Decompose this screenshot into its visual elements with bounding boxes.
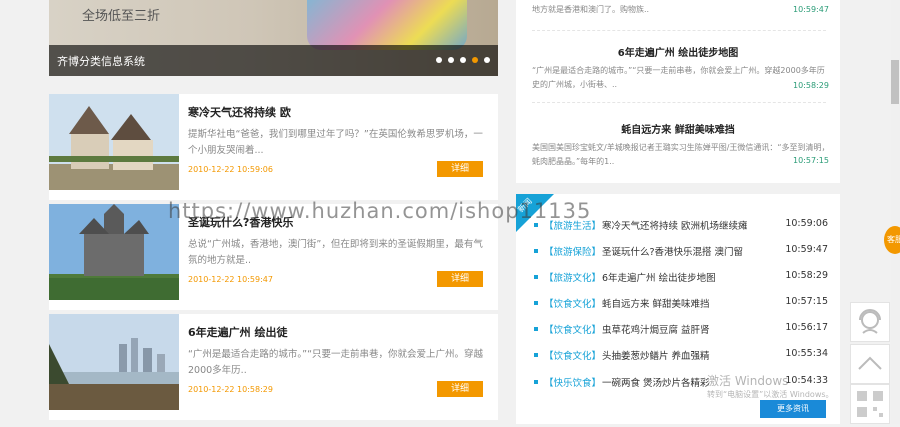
article-thumbnail[interactable] <box>49 94 179 190</box>
service-avatar-button[interactable] <box>850 302 890 342</box>
news-category[interactable]: 【饮食文化】 <box>544 348 601 362</box>
article-title[interactable]: 寒冷天气还将持续 欧 <box>188 104 291 120</box>
banner-dots <box>436 57 490 63</box>
headset-icon <box>859 309 881 334</box>
bullet-icon <box>534 327 538 331</box>
news-time: 10:57:15 <box>785 296 828 307</box>
article-summary: “广州是最适合走路的城市。”“只要一走前串巷，你就会爱上广州。穿越2000多年历… <box>188 349 484 376</box>
qr-code-icon <box>857 391 883 417</box>
news-time: 10:56:17 <box>785 322 828 333</box>
article-summary: 提斯华社电“爸爸，我们到哪里过年了吗？”在英国伦敦希思罗机场，一个小朋友哭闹着.… <box>188 129 483 156</box>
news-title[interactable]: 虫草花鸡汁焗豆腐 益肝肾 <box>602 322 710 336</box>
article-card: 6年走遍广州 绘出徒 “广州是最适合走路的城市。”“只要一走前串巷，你就会爱上广… <box>49 314 498 420</box>
article-title[interactable]: 6年走遍广州 绘出徒 <box>188 324 287 340</box>
back-to-top-button[interactable] <box>850 344 890 384</box>
windows-activation-watermark: 激活 Windows <box>707 374 789 388</box>
news-item[interactable]: 【饮食文化】 头抽姜葱炒鳝片 养血强精 10:55:34 <box>534 348 834 362</box>
banner-caption-bar: 齐博分类信息系统 <box>49 45 498 76</box>
scrollbar-thumb[interactable] <box>891 60 899 104</box>
banner-dot[interactable] <box>460 57 466 63</box>
banner-image <box>307 0 467 50</box>
bullet-icon <box>534 223 538 227</box>
article-date: 2010-12-22 10:59:06 <box>188 165 273 174</box>
news-category[interactable]: 【饮食文化】 <box>544 322 601 336</box>
article-summary: 总说“广州城，香港地，澳门街”，但在即将到来的圣诞假期里，最有气氛的地方就是.. <box>188 239 483 266</box>
banner-dot[interactable] <box>448 57 454 63</box>
news-item[interactable]: 【饮食文化】 虫草花鸡汁焗豆腐 益肝肾 10:56:17 <box>534 322 834 336</box>
bullet-icon <box>534 301 538 305</box>
featured-title[interactable]: 6年走遍广州 绘出徒步地图 <box>516 44 840 59</box>
banner-caption[interactable]: 齐博分类信息系统 <box>57 53 145 69</box>
divider <box>532 102 826 103</box>
news-item[interactable]: 【旅游保险】 圣诞玩什么?香港快乐混搭 澳门留 10:59:47 <box>534 244 834 258</box>
featured-time: 10:58:29 <box>793 81 829 90</box>
news-title[interactable]: 圣诞玩什么?香港快乐混搭 澳门留 <box>602 244 743 258</box>
featured-summary: “广州是最适合走路的城市。”“只要一走前串巷，你就会爱上广州。穿越2000多年历… <box>532 66 825 89</box>
url-watermark: https://www.huzhan.com/ishop11135 <box>168 199 592 223</box>
news-title[interactable]: 蚝自远方来 鲜甜美味难挡 <box>602 296 710 310</box>
detail-button[interactable]: 详细 <box>437 161 483 177</box>
qr-code-button[interactable] <box>850 384 890 424</box>
bullet-icon <box>534 380 538 384</box>
banner-promo-text: 全场低至三折 <box>82 9 161 24</box>
news-item[interactable]: 【快乐饮食】 一碗两食 煲汤炒片各精彩 10:54:33 <box>534 375 834 389</box>
bullet-icon <box>534 249 538 253</box>
article-date: 2010-12-22 10:58:29 <box>188 385 273 394</box>
news-time: 10:58:29 <box>785 270 828 281</box>
bullet-icon <box>534 353 538 357</box>
bullet-icon <box>534 275 538 279</box>
article-thumbnail[interactable] <box>49 314 179 410</box>
news-time: 10:54:33 <box>785 375 828 386</box>
news-category[interactable]: 【饮食文化】 <box>544 296 601 310</box>
news-item[interactable]: 【旅游文化】 6年走遍广州 绘出徒步地图 10:58:29 <box>534 270 834 284</box>
news-title[interactable]: 一碗两食 煲汤炒片各精彩 <box>602 375 710 389</box>
featured-list: 地方就是香港和澳门了。购物族.. 10:59:47 6年走遍广州 绘出徒步地图 … <box>516 0 840 183</box>
chevron-up-icon <box>858 356 882 370</box>
news-item[interactable]: 【饮食文化】 蚝自远方来 鲜甜美味难挡 10:57:15 <box>534 296 834 310</box>
news-category[interactable]: 【快乐饮食】 <box>544 375 601 389</box>
news-time: 10:59:47 <box>785 244 828 255</box>
detail-button[interactable]: 详细 <box>437 381 483 397</box>
news-time: 10:59:06 <box>785 218 828 229</box>
detail-button[interactable]: 详细 <box>437 271 483 287</box>
news-title[interactable]: 寒冷天气还将持续 欧洲机场继续瘫 <box>602 218 748 232</box>
news-category[interactable]: 【旅游保险】 <box>544 244 601 258</box>
article-date: 2010-12-22 10:59:47 <box>188 275 273 284</box>
featured-time: 10:57:15 <box>793 156 829 165</box>
featured-summary: 地方就是香港和澳门了。购物族.. <box>532 5 650 14</box>
divider <box>532 30 826 31</box>
banner-slideshow[interactable]: 全场低至三折 齐博分类信息系统 <box>49 0 498 76</box>
featured-time: 10:59:47 <box>793 5 829 14</box>
banner-dot[interactable] <box>436 57 442 63</box>
article-thumbnail[interactable] <box>49 204 179 300</box>
featured-title[interactable]: 蚝自远方来 鲜甜美味难挡 <box>516 121 840 136</box>
news-title[interactable]: 6年走遍广州 绘出徒步地图 <box>602 270 716 284</box>
article-card: 寒冷天气还将持续 欧 提斯华社电“爸爸，我们到哪里过年了吗？”在英国伦敦希思罗机… <box>49 94 498 200</box>
banner-dot-active[interactable] <box>472 57 478 63</box>
news-time: 10:55:34 <box>785 348 828 359</box>
news-title[interactable]: 头抽姜葱炒鳝片 养血强精 <box>602 348 710 362</box>
windows-activation-hint: 转到“电脑设置”以激活 Windows。 <box>707 390 834 399</box>
more-news-button[interactable]: 更多资讯 <box>760 400 826 418</box>
news-category[interactable]: 【旅游文化】 <box>544 270 601 284</box>
banner-dot[interactable] <box>484 57 490 63</box>
featured-summary: 美国国美国珍宝蚝文/羊城晚报记者王璐实习生陈婵平图/王微信通讯：“多至到清明，蚝… <box>532 143 830 166</box>
customer-service-tab[interactable]: 客服 <box>884 226 900 254</box>
